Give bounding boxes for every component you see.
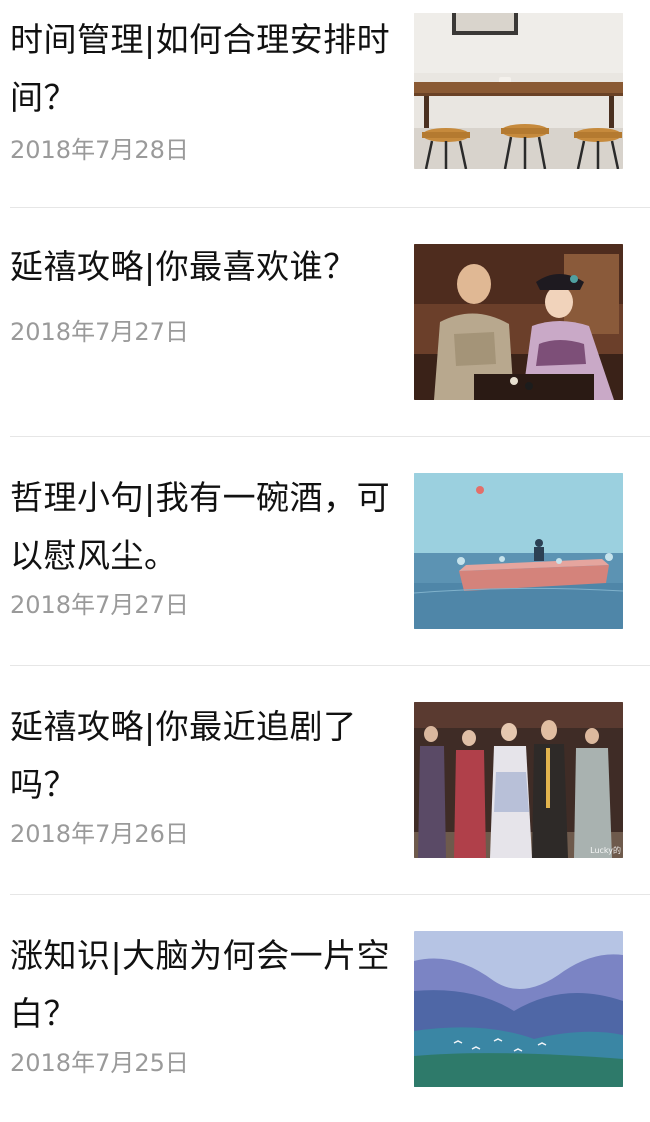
article-title[interactable]: 延禧攻略|你最喜欢谁？ xyxy=(10,238,395,296)
divider xyxy=(10,665,650,666)
palace-drama-scene-photo xyxy=(414,244,623,400)
article-title[interactable]: 延禧攻略|你最近追剧了吗？ xyxy=(10,698,395,814)
article-thumbnail[interactable] xyxy=(414,244,623,400)
divider xyxy=(10,436,650,437)
palace-drama-cast-photo xyxy=(414,702,623,858)
article-date: 2018年7月28日 xyxy=(10,136,189,164)
article-date: 2018年7月25日 xyxy=(10,1049,189,1077)
image-watermark: Lucky的 xyxy=(590,846,621,855)
cafe-stools-photo xyxy=(414,13,623,169)
seaside-illustration xyxy=(414,473,623,629)
article-list: 时间管理|如何合理安排时间？ 2018年7月28日 延禧攻略|你最喜欢谁？ 20… xyxy=(0,0,650,1122)
divider xyxy=(10,207,650,208)
article-thumbnail[interactable]: Lucky的 xyxy=(414,702,623,858)
article-title[interactable]: 时间管理|如何合理安排时间？ xyxy=(10,11,395,127)
article-thumbnail[interactable] xyxy=(414,473,623,629)
divider xyxy=(10,894,650,895)
article-thumbnail[interactable] xyxy=(414,13,623,169)
article-date: 2018年7月27日 xyxy=(10,318,189,346)
article-date: 2018年7月27日 xyxy=(10,591,189,619)
article-thumbnail[interactable] xyxy=(414,931,623,1087)
article-title[interactable]: 涨知识|大脑为何会一片空白？ xyxy=(10,927,395,1043)
article-date: 2018年7月26日 xyxy=(10,820,189,848)
article-title[interactable]: 哲理小句|我有一碗酒，可以慰风尘。 xyxy=(10,469,395,585)
blue-mountains-painting xyxy=(414,931,623,1087)
